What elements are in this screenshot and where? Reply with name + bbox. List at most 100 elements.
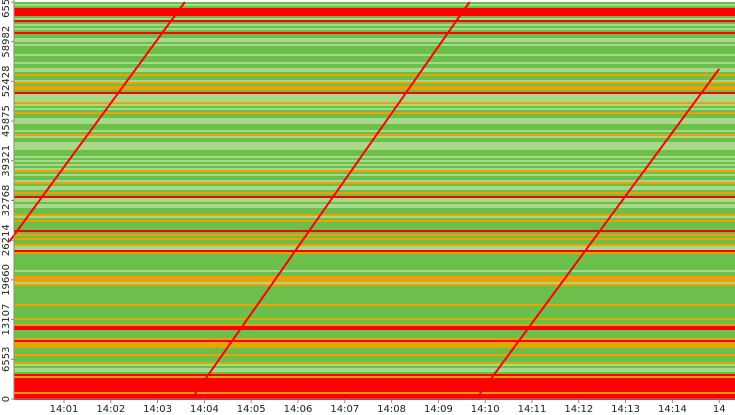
heatmap-row <box>14 276 735 278</box>
x-tick-label: 14:06 <box>284 404 313 415</box>
heatmap-row <box>14 300 735 302</box>
heatmap-row <box>14 376 735 378</box>
heatmap-row <box>14 374 735 376</box>
heatmap-row <box>14 310 735 312</box>
heatmap-row <box>14 40 735 42</box>
heatmap-row <box>14 34 735 36</box>
heatmap-row <box>14 378 735 380</box>
heatmap-row <box>14 180 735 182</box>
heatmap-row <box>14 274 735 276</box>
heatmap-row <box>14 84 735 86</box>
heatmap-row <box>14 18 735 20</box>
heatmap-row <box>14 148 735 150</box>
y-tick-label: 13107 <box>1 304 12 336</box>
heatmap-row <box>14 72 735 74</box>
heatmap-row <box>14 8 735 10</box>
heatmap-row <box>14 282 735 284</box>
heatmap-row <box>14 66 735 68</box>
y-tick-label: 39321 <box>1 145 12 177</box>
heatmap-row <box>14 96 735 98</box>
heatmap-row <box>14 130 735 132</box>
heatmap-row <box>14 340 735 342</box>
heatmap-row <box>14 42 735 44</box>
heatmap-row <box>14 134 735 136</box>
heatmap-row <box>14 178 735 180</box>
heatmap-row <box>14 226 735 228</box>
heatmap-row <box>14 38 735 40</box>
x-tick-label: 14:03 <box>143 404 172 415</box>
heatmap-row <box>14 200 735 202</box>
heatmap-row <box>14 102 735 104</box>
heatmap-row <box>14 216 735 218</box>
heatmap-row <box>14 250 735 252</box>
heatmap-row <box>14 296 735 298</box>
x-tick-label: 14:08 <box>377 404 406 415</box>
heatmap-row <box>14 206 735 208</box>
heatmap-row <box>14 64 735 66</box>
heatmap-row <box>14 348 735 350</box>
heatmap-row <box>14 2 735 4</box>
heatmap-row <box>14 316 735 318</box>
x-tick-label: 14:12 <box>564 404 593 415</box>
heatmap-row <box>14 132 735 134</box>
heatmap-row <box>14 6 735 8</box>
heatmap-row <box>14 32 735 34</box>
heatmap-row <box>14 314 735 316</box>
heatmap-row <box>14 370 735 372</box>
heatmap-row <box>14 142 735 144</box>
heatmap-row <box>14 68 735 70</box>
heatmap-row <box>14 384 735 386</box>
heatmap-row <box>14 110 735 112</box>
heatmap-row <box>14 196 735 198</box>
heatmap-row <box>14 322 735 324</box>
heatmap-row <box>14 332 735 334</box>
y-tick-label: 19660 <box>1 264 12 296</box>
heatmap-row <box>14 220 735 222</box>
heatmap-row <box>14 168 735 170</box>
heatmap-row <box>14 222 735 224</box>
x-tick-label: 14:13 <box>611 404 640 415</box>
heatmap-row <box>14 232 735 234</box>
heatmap-row <box>14 286 735 288</box>
heatmap-row <box>14 346 735 348</box>
heatmap-row <box>14 236 735 238</box>
heatmap-row <box>14 112 735 114</box>
heatmap-row <box>14 58 735 60</box>
heatmap-row <box>14 16 735 18</box>
heatmap-row <box>14 98 735 100</box>
heatmap-row <box>14 396 735 398</box>
heatmap-row <box>14 302 735 304</box>
x-tick-label: 14:11 <box>518 404 547 415</box>
heatmap-row <box>14 154 735 156</box>
heatmap-row <box>14 364 735 366</box>
heatmap-row <box>14 62 735 64</box>
heatmap-row <box>14 238 735 240</box>
y-tick-label: 65536 <box>1 0 12 18</box>
y-tick-label: 58982 <box>1 26 12 58</box>
heatmap-row <box>14 292 735 294</box>
x-tick-label: 14 <box>713 404 726 415</box>
heatmap-row <box>14 230 735 232</box>
x-tick-label: 14:04 <box>190 404 219 415</box>
heatmap-row <box>14 12 735 14</box>
heatmap-row <box>14 74 735 76</box>
heatmap-row <box>14 114 735 116</box>
heatmap-row <box>14 362 735 364</box>
heatmap-row <box>14 190 735 192</box>
x-tick-label: 14:01 <box>50 404 79 415</box>
heatmap-row <box>14 366 735 368</box>
y-tick-label: 0 <box>1 396 12 402</box>
heatmap-row <box>14 108 735 110</box>
heatmap-row <box>14 4 735 6</box>
heatmap-row <box>14 388 735 390</box>
heatmap-row <box>14 350 735 352</box>
heatmap-row <box>14 100 735 102</box>
heatmap-row <box>14 126 735 128</box>
x-tick-label: 14:10 <box>471 404 500 415</box>
heatmap-row <box>14 92 735 94</box>
heatmap-row <box>14 266 735 268</box>
heatmap-row <box>14 122 735 124</box>
heatmap-row <box>14 198 735 200</box>
heatmap-row <box>14 60 735 62</box>
heatmap-row <box>14 182 735 184</box>
